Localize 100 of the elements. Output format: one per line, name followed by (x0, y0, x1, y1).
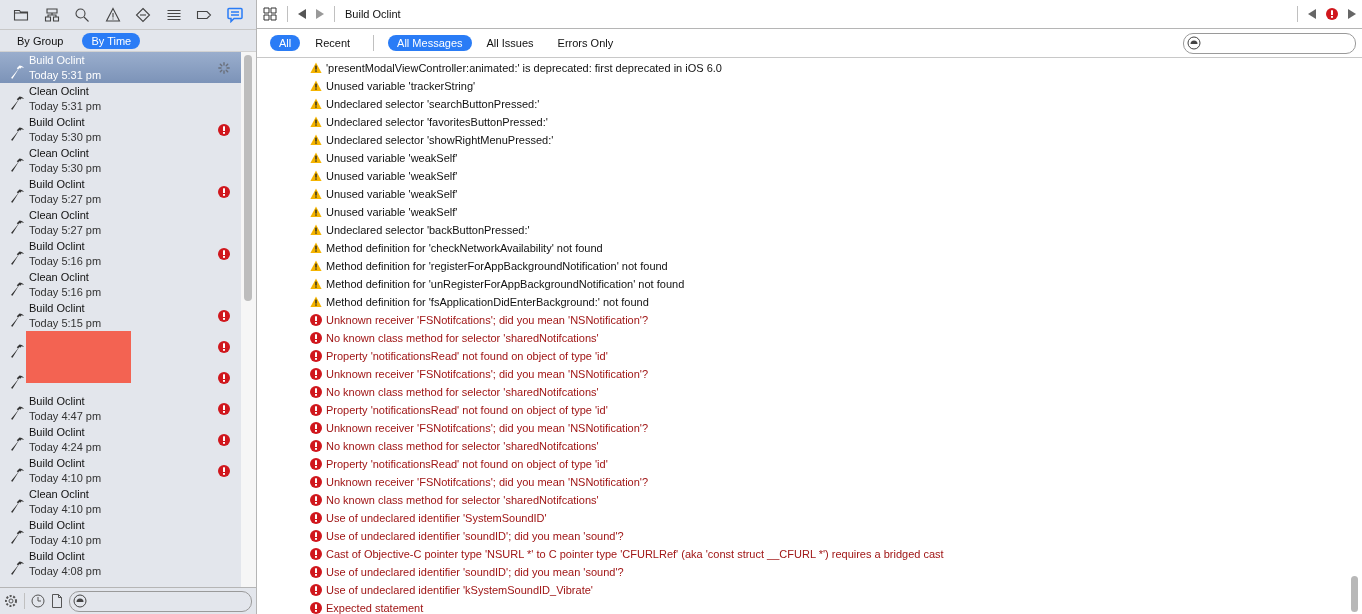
warning-message[interactable]: Method definition for 'registerForAppBackgroundNotification' not found (326, 260, 668, 272)
build-time: Today 5:15 pm (29, 315, 103, 331)
error-icon (310, 368, 322, 380)
message-filter-tab[interactable]: All Messages (388, 35, 472, 51)
build-title: Build Oclint (29, 548, 86, 564)
message-filter-tab[interactable]: Errors Only (548, 35, 623, 51)
warning-icon (310, 206, 322, 218)
next-issue-icon[interactable] (1348, 9, 1356, 19)
error-message[interactable]: Cast of Objective-C pointer type 'NSURL *' to C pointer type 'CFURLRef' (aka 'const struct __CFURL *') requires a bridged cast (326, 548, 944, 560)
error-icon (310, 566, 322, 578)
build-row[interactable]: Build Oclint Today 5:30 pm (0, 114, 242, 145)
error-icon (310, 548, 322, 560)
build-time: Today 5:27 pm (29, 191, 103, 207)
gear-icon[interactable] (4, 594, 18, 608)
hierarchy-icon[interactable] (43, 6, 60, 23)
warning-icon (310, 224, 322, 236)
filter-field[interactable] (69, 590, 252, 612)
build-row[interactable]: Build Oclint Today 4:08 pm (0, 548, 242, 579)
document-icon[interactable] (51, 594, 63, 608)
grouping-tab[interactable]: By Time (82, 32, 141, 49)
error-message[interactable]: Property 'notificationsRead' not found on object of type 'id' (326, 404, 608, 416)
scrollbar-thumb[interactable] (244, 55, 252, 301)
scrollbar-thumb[interactable] (1351, 576, 1358, 612)
search-icon[interactable] (74, 6, 91, 23)
build-row[interactable]: Clean Oclint Today 5:16 pm (0, 269, 242, 300)
build-row[interactable]: Clean Oclint Today 4:10 pm (0, 486, 242, 517)
warning-icon (310, 188, 322, 200)
scope-filter-tab[interactable]: Recent (306, 35, 360, 51)
build-row[interactable]: Build Oclint Today 5:16 pm (0, 238, 242, 269)
breakpoint-icon[interactable] (135, 6, 152, 23)
error-message[interactable]: Use of undeclared identifier 'soundID'; did you mean 'sound'? (326, 530, 624, 542)
error-message[interactable]: Use of undeclared identifier 'SystemSoundID' (326, 512, 547, 524)
previous-issue-icon[interactable] (1308, 9, 1316, 19)
error-message[interactable]: Use of undeclared identifier 'kSystemSoundID_Vibrate' (326, 584, 593, 596)
warning-icon (310, 116, 322, 128)
warning-message[interactable]: Undeclared selector 'favoritesButtonPressed:' (326, 116, 548, 128)
build-row[interactable]: Build Oclint Today 4:10 pm (0, 517, 242, 548)
warning-message[interactable]: Undeclared selector 'searchButtonPressed:' (326, 98, 540, 110)
build-row[interactable]: Build Oclint Today 4:10 pm (0, 455, 242, 486)
build-row[interactable]: Clean Oclint Today 5:31 pm (0, 83, 242, 114)
error-message[interactable]: Unknown receiver 'FSNotifcations'; did you mean 'NSNotification'? (326, 422, 649, 434)
build-time: Today 5:30 pm (29, 129, 103, 145)
warning-message[interactable]: Method definition for 'unRegisterForAppBackgroundNotification' not found (326, 278, 685, 290)
build-title: Clean Oclint (29, 486, 90, 502)
warning-message[interactable]: Unused variable 'weakSelf' (326, 170, 458, 182)
build-row[interactable]: Build Oclint Today 4:47 pm (0, 393, 242, 424)
error-message[interactable]: Property 'notificationsRead' not found on object of type 'id' (326, 458, 608, 470)
warning-message[interactable]: Unused variable 'weakSelf' (326, 188, 458, 200)
warning-icon (310, 152, 322, 164)
error-message[interactable]: Unknown receiver 'FSNotifcations'; did you mean 'NSNotification'? (326, 476, 649, 488)
grid-icon[interactable] (263, 7, 277, 21)
build-title: Build Oclint (29, 238, 86, 254)
error-message[interactable]: No known class method for selector 'sharedNotifcations' (326, 494, 599, 506)
error-icon (310, 440, 322, 452)
warning-icon[interactable] (104, 6, 121, 23)
error-message[interactable]: Unknown receiver 'FSNotifcations'; did you mean 'NSNotification'? (326, 368, 649, 380)
message-filter-tab[interactable]: All Issues (477, 35, 543, 51)
search-field[interactable] (1183, 32, 1356, 54)
build-time: Today 4:08 pm (29, 563, 103, 579)
build-title: Build Oclint (29, 393, 86, 409)
build-title: Clean Oclint (29, 145, 90, 161)
error-icon (310, 314, 322, 326)
error-icon (310, 386, 322, 398)
build-row[interactable]: Build Oclint Today 5:27 pm (0, 176, 242, 207)
scope-filter-tab[interactable]: All (270, 35, 301, 51)
error-icon (310, 404, 322, 416)
clock-icon[interactable] (31, 594, 45, 608)
warning-message[interactable]: 'presentModalViewController:animated:' is deprecated: first deprecated in iOS 6.0 (326, 62, 722, 74)
warning-message[interactable]: Unused variable 'weakSelf' (326, 206, 458, 218)
error-message[interactable]: Property 'notificationsRead' not found on object of type 'id' (326, 350, 608, 362)
error-message[interactable]: Unknown receiver 'FSNotifcations'; did you mean 'NSNotification'? (326, 314, 649, 326)
build-title: Build Oclint (29, 176, 86, 192)
speech-bubble-icon[interactable] (226, 6, 243, 23)
build-title: Build Oclint (29, 424, 86, 440)
build-title: Clean Oclint (29, 83, 90, 99)
error-message[interactable]: No known class method for selector 'sharedNotifcations' (326, 440, 599, 452)
grouping-tab[interactable]: By Group (8, 32, 73, 49)
error-message[interactable]: No known class method for selector 'sharedNotifcations' (326, 386, 599, 398)
build-row[interactable]: Clean Oclint Today 5:27 pm (0, 207, 242, 238)
error-message[interactable]: Use of undeclared identifier 'soundID'; did you mean 'sound'? (326, 566, 624, 578)
warning-message[interactable]: Unused variable 'trackerString' (326, 80, 476, 92)
warning-icon (310, 260, 322, 272)
build-title: Build Oclint (29, 455, 86, 471)
error-message[interactable]: No known class method for selector 'sharedNotifcations' (326, 332, 599, 344)
warning-message[interactable]: Undeclared selector 'showRightMenuPressed:' (326, 134, 554, 146)
breadcrumb-title[interactable]: Build Oclint (345, 8, 401, 20)
build-row[interactable]: Build Oclint Today 5:15 pm (0, 300, 242, 331)
warning-message[interactable]: Undeclared selector 'backButtonPressed:' (326, 224, 530, 236)
build-row[interactable]: Clean Oclint Today 5:30 pm (0, 145, 242, 176)
error-icon[interactable] (1326, 8, 1338, 20)
warning-message[interactable]: Unused variable 'weakSelf' (326, 152, 458, 164)
back-arrow-icon[interactable] (298, 9, 306, 19)
warning-message[interactable]: Method definition for 'checkNetworkAvailability' not found (326, 242, 603, 254)
forward-arrow-icon[interactable] (316, 9, 324, 19)
build-time: Today 5:30 pm (29, 160, 103, 176)
build-time: Today 5:16 pm (29, 284, 103, 300)
error-message[interactable]: Expected statement (326, 602, 424, 614)
warning-message[interactable]: Method definition for 'fsApplicationDidEnterBackground:' not found (326, 296, 649, 308)
build-row[interactable]: Build Oclint Today 4:24 pm (0, 424, 242, 455)
warning-icon (310, 98, 322, 110)
